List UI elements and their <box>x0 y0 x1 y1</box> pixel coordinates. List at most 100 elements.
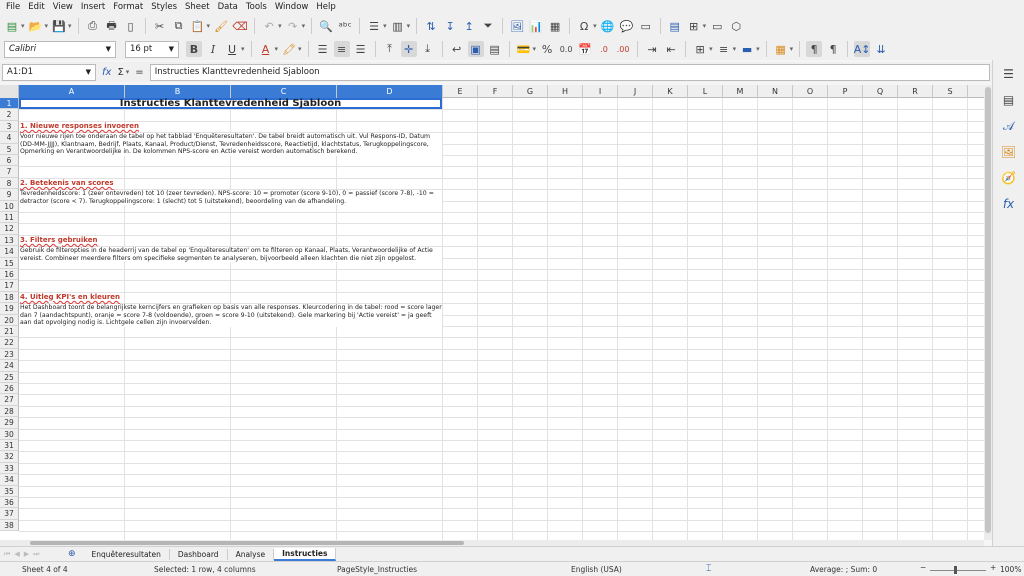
formula-summary[interactable]: Average: ; Sum: 0 <box>810 565 877 574</box>
formula-button[interactable]: = <box>135 67 143 78</box>
border-style-icon[interactable]: ≡ <box>716 41 732 57</box>
underline-button[interactable]: U <box>224 41 240 57</box>
paste-icon[interactable]: 📋 <box>190 18 206 34</box>
row-header-12[interactable]: 12 <box>0 223 19 235</box>
add-decimal-icon[interactable]: .0 <box>596 41 612 57</box>
row-header-26[interactable]: 26 <box>0 383 19 395</box>
sort-icon[interactable]: ⇅ <box>423 18 439 34</box>
column-header-p[interactable]: P <box>828 85 863 98</box>
special-character-icon[interactable]: Ω <box>576 18 592 34</box>
row-header-14[interactable]: 14 <box>0 246 19 258</box>
column-header-e[interactable]: E <box>443 85 478 98</box>
row-header-23[interactable]: 23 <box>0 348 19 361</box>
cut-icon[interactable]: ✂ <box>152 18 168 34</box>
select-all-corner[interactable] <box>0 85 19 98</box>
delete-decimal-icon[interactable]: .00 <box>615 41 631 57</box>
tab-instructies[interactable]: Instructies <box>274 547 337 561</box>
currency-format-icon[interactable]: 💳 <box>516 41 532 57</box>
zoom-out-icon[interactable]: − <box>920 563 926 572</box>
menu-data[interactable]: Data <box>216 2 244 12</box>
row-header-11[interactable]: 11 <box>0 212 19 224</box>
properties-icon[interactable]: ▤ <box>1001 92 1017 108</box>
cell-title[interactable]: Instructies Klanttevredenheid Sjabloon <box>19 98 442 110</box>
column-header-n[interactable]: N <box>758 85 793 98</box>
name-box[interactable]: A1:D1 ▼ <box>2 63 96 81</box>
wrap-text-icon[interactable]: ↩ <box>449 41 465 57</box>
column-header-l[interactable]: L <box>688 85 723 98</box>
align-center-icon[interactable]: ≡ <box>333 41 350 57</box>
menu-insert[interactable]: Insert <box>79 2 111 12</box>
column-icon[interactable]: ▥ <box>390 18 406 34</box>
font-size-box[interactable]: 16 pt ▼ <box>125 40 179 58</box>
last-sheet-icon[interactable]: ⏭ <box>33 550 39 559</box>
decrease-indent-icon[interactable]: ⇤ <box>663 41 679 57</box>
vertical-text-icon[interactable]: ⇊ <box>873 41 889 57</box>
menu-view[interactable]: View <box>51 2 79 12</box>
column-header-c[interactable]: C <box>231 85 337 98</box>
increase-indent-icon[interactable]: ⇥ <box>644 41 660 57</box>
row-header-9[interactable]: 9 <box>0 189 19 201</box>
row-header-6[interactable]: 6 <box>0 155 19 167</box>
row-header-31[interactable]: 31 <box>0 440 19 452</box>
insert-chart-icon[interactable]: 📊 <box>528 18 544 34</box>
spreadsheet-grid[interactable]: ABCDEFGHIJKLMNOPQRS 1 2 3 4 5 6 7 8 9 10 11 12 13 14 1… <box>0 85 984 540</box>
row-header-20[interactable]: 20 <box>0 314 19 326</box>
font-color-icon[interactable]: A <box>258 41 274 57</box>
row-header-29[interactable]: 29 <box>0 417 19 429</box>
row-header-7[interactable]: 7 <box>0 166 19 178</box>
row-header-37[interactable]: 37 <box>0 508 19 520</box>
row-header-16[interactable]: 16 <box>0 269 19 281</box>
selection-mode-icon[interactable]: ⌶ <box>706 564 711 574</box>
page-style[interactable]: PageStyle_Instructies <box>337 565 417 574</box>
show-draw-functions-icon[interactable]: ⬡ <box>728 18 744 34</box>
column-header-q[interactable]: Q <box>863 85 898 98</box>
unmerge-icon[interactable]: ▤ <box>487 41 503 57</box>
menu-tools[interactable]: Tools <box>244 2 273 12</box>
function-wizard-button[interactable]: fx <box>102 67 111 78</box>
row-header-22[interactable]: 22 <box>0 337 19 349</box>
column-header-r[interactable]: R <box>898 85 933 98</box>
row-header-17[interactable]: 17 <box>0 280 19 292</box>
row-icon[interactable]: ☰ <box>366 18 382 34</box>
row-header-19[interactable]: 19 <box>0 303 19 315</box>
row-header-13[interactable]: 13 <box>0 234 19 247</box>
sort-descending-icon[interactable]: ↥ <box>461 18 477 34</box>
text-orientation-icon[interactable]: A↕ <box>854 41 871 57</box>
row-header-34[interactable]: 34 <box>0 474 19 486</box>
column-header-m[interactable]: M <box>723 85 758 98</box>
undo-icon[interactable]: ↶ <box>261 18 277 34</box>
clone-formatting-icon[interactable]: 🖌 <box>213 18 229 34</box>
menu-styles[interactable]: Styles <box>149 2 183 12</box>
column-header-k[interactable]: K <box>653 85 688 98</box>
pivot-table-icon[interactable]: ▦ <box>547 18 563 34</box>
copy-icon[interactable]: ⧉ <box>171 18 187 34</box>
export-pdf-icon[interactable]: ⎙ <box>85 18 101 34</box>
column-header-d[interactable]: D <box>337 85 443 98</box>
align-top-icon[interactable]: ⤒ <box>382 41 398 57</box>
split-window-icon[interactable]: ▭ <box>709 18 725 34</box>
tab-enqueteresultaten[interactable]: Enquêteresultaten <box>84 548 170 560</box>
merge-center-icon[interactable]: ▣ <box>467 41 484 57</box>
row-header-35[interactable]: 35 <box>0 485 19 497</box>
zoom-slider-handle[interactable] <box>954 566 957 574</box>
text-direction-ltr-icon[interactable]: ¶ <box>806 41 823 57</box>
row-header-1[interactable]: 1 <box>0 98 19 110</box>
row-header-18[interactable]: 18 <box>0 291 19 304</box>
spelling-icon[interactable]: ᵃᵇᶜ <box>337 18 353 34</box>
align-bottom-icon[interactable]: ⤓ <box>420 41 436 57</box>
row-header-21[interactable]: 21 <box>0 326 19 338</box>
redo-icon[interactable]: ↷ <box>285 18 301 34</box>
row-header-5[interactable]: 5 <box>0 143 19 155</box>
italic-button[interactable]: I <box>205 41 221 57</box>
row-header-3[interactable]: 3 <box>0 120 19 133</box>
open-folder-icon[interactable]: 📂 <box>28 18 44 34</box>
zoom-level[interactable]: 100% <box>1000 565 1021 574</box>
prev-sheet-icon[interactable]: ◀ <box>14 550 19 559</box>
row-header-24[interactable]: 24 <box>0 360 19 372</box>
percent-format-button[interactable]: % <box>539 41 555 57</box>
column-header-s[interactable]: S <box>933 85 968 98</box>
column-header-g[interactable]: G <box>513 85 548 98</box>
print-preview-icon[interactable]: ▯ <box>123 18 139 34</box>
border-color-icon[interactable]: ▬ <box>739 41 755 57</box>
row-header-4[interactable]: 4 <box>0 132 19 144</box>
